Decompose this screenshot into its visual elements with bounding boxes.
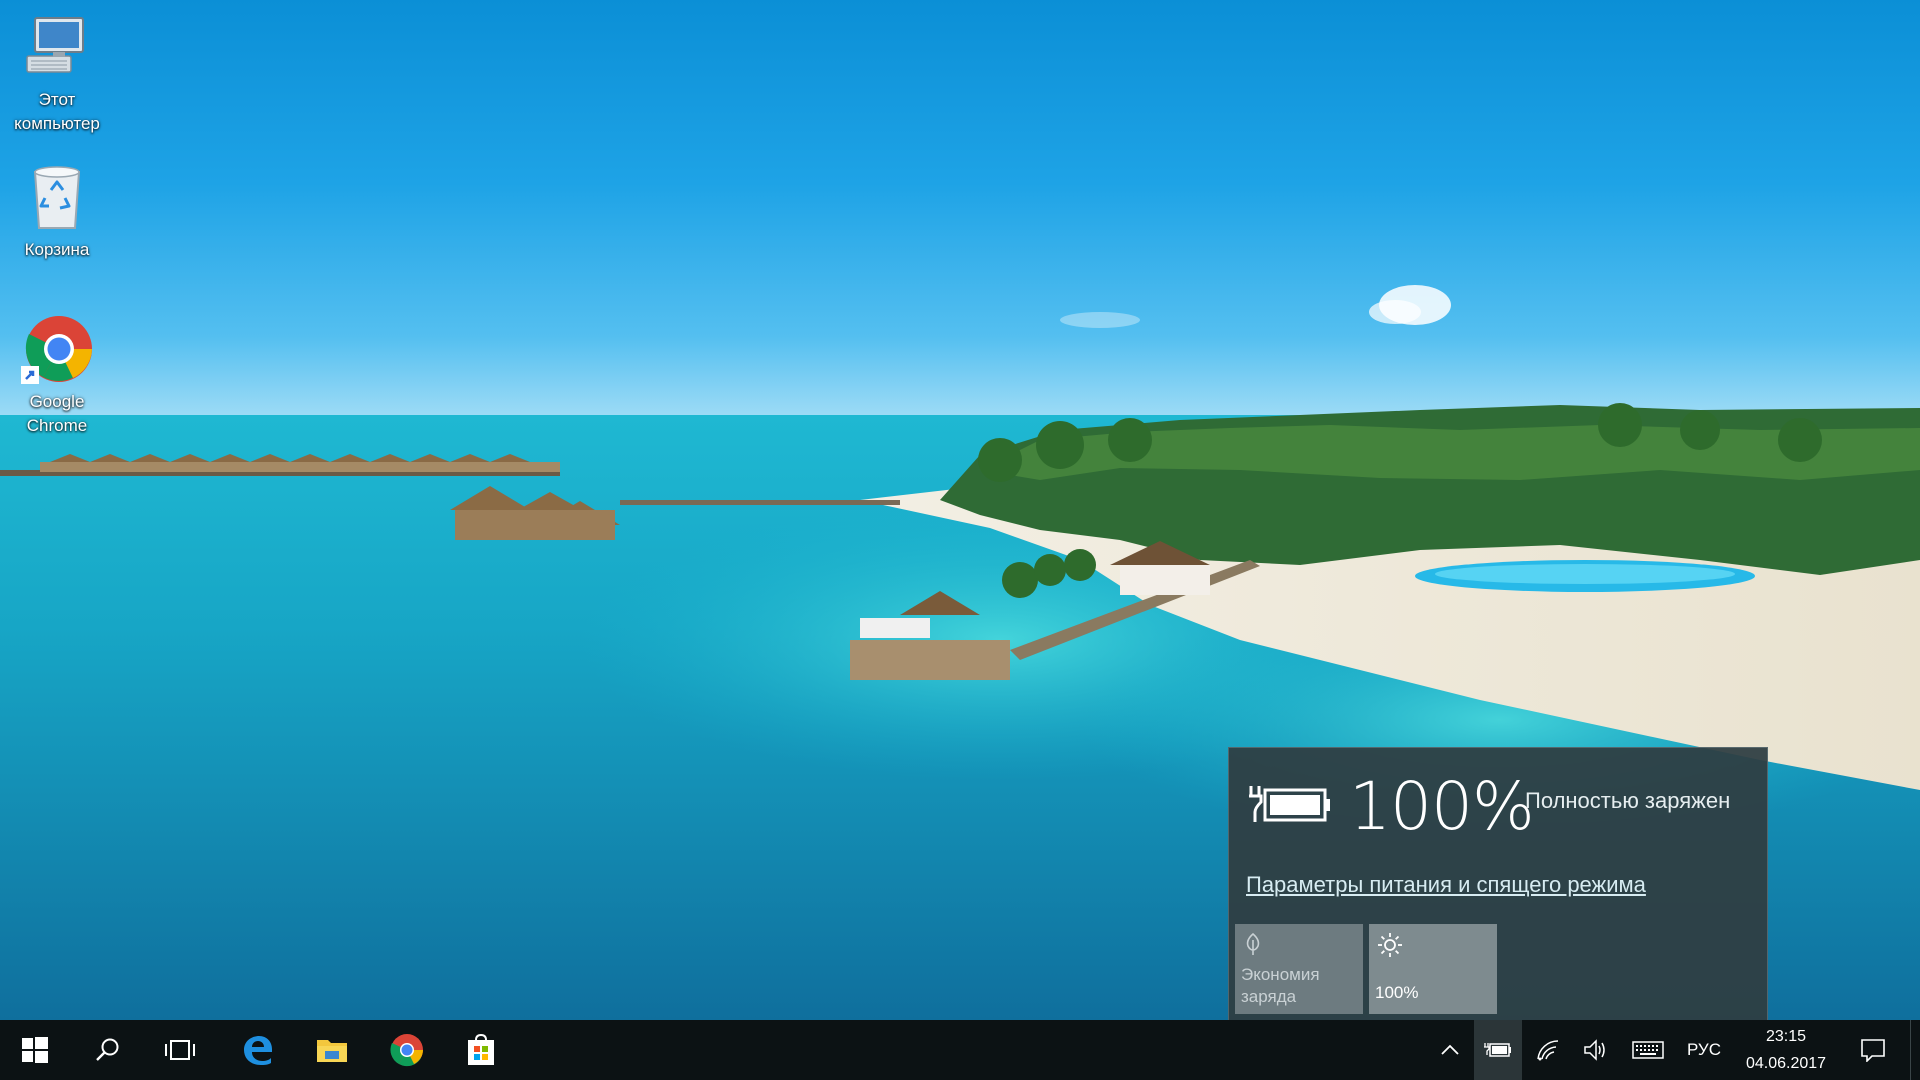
clock[interactable]: 23:15 04.06.2017	[1734, 1020, 1838, 1080]
wifi-icon	[1537, 1040, 1559, 1061]
battery-status: Полностью заряжен	[1525, 788, 1731, 813]
brightness-icon	[1377, 932, 1403, 964]
keyboard-icon	[1632, 1041, 1664, 1059]
edge-button[interactable]	[222, 1020, 292, 1080]
file-explorer-button[interactable]	[300, 1020, 364, 1080]
search-button[interactable]	[76, 1020, 140, 1080]
volume-icon	[1584, 1039, 1605, 1061]
volume-tray-button[interactable]	[1572, 1020, 1620, 1080]
store-button[interactable]	[448, 1020, 514, 1080]
file-explorer-icon	[317, 1040, 347, 1062]
chevron-up-icon	[1441, 1044, 1459, 1055]
battery-tray-icon	[1484, 1043, 1511, 1057]
start-icon	[22, 1037, 48, 1063]
recycle-bin-icon	[21, 162, 93, 234]
edge-icon	[244, 1036, 272, 1065]
clock-date: 04.06.2017	[1745, 1055, 1827, 1072]
brightness-tile[interactable]: 100%	[1369, 924, 1497, 1014]
task-view-button[interactable]	[148, 1020, 212, 1080]
battery-percentage: 100%	[1349, 768, 1535, 845]
chrome-icon	[390, 1034, 423, 1067]
start-button[interactable]	[0, 1020, 70, 1080]
desktop-icon-google-chrome[interactable]: Google Chrome	[2, 314, 112, 438]
leaf-icon	[1243, 932, 1263, 962]
battery-charging-icon	[1247, 782, 1333, 831]
notifications-icon	[1861, 1039, 1885, 1062]
input-language-button[interactable]: РУС	[1678, 1020, 1730, 1080]
taskbar: РУС 23:15 04.06.2017	[0, 1020, 1920, 1080]
desktop-icon-label: Корзина	[24, 240, 90, 259]
desktop-icon-this-pc[interactable]: Этот компьютер	[2, 12, 112, 136]
desktop-icon-label: Этот компьютер	[14, 90, 100, 133]
desktop-icon-label: Google Chrome	[26, 392, 88, 435]
show-desktop-button[interactable]	[1910, 1020, 1920, 1080]
store-icon	[468, 1034, 494, 1065]
chrome-taskbar-button[interactable]	[372, 1020, 442, 1080]
brightness-label: 100%	[1375, 983, 1419, 1002]
power-sleep-settings-link[interactable]: Параметры питания и спящего режима	[1246, 872, 1646, 898]
desktop-icon-recycle-bin[interactable]: Корзина	[2, 162, 112, 262]
battery-saver-label: Экономия заряда	[1241, 965, 1320, 1006]
this-pc-icon	[21, 12, 93, 84]
task-view-icon	[165, 1040, 195, 1060]
chrome-icon	[21, 314, 93, 386]
battery-flyout: 100% Полностью заряжен Параметры питания…	[1228, 747, 1768, 1020]
clock-time: 23:15	[1765, 1028, 1807, 1045]
action-center-button[interactable]	[1846, 1020, 1900, 1080]
search-icon	[96, 1038, 119, 1061]
touch-keyboard-button[interactable]	[1622, 1020, 1674, 1080]
show-hidden-icons-button[interactable]	[1430, 1020, 1470, 1080]
battery-tray-button[interactable]	[1474, 1020, 1522, 1080]
network-tray-button[interactable]	[1524, 1020, 1572, 1080]
battery-saver-tile[interactable]: Экономия заряда	[1235, 924, 1363, 1014]
